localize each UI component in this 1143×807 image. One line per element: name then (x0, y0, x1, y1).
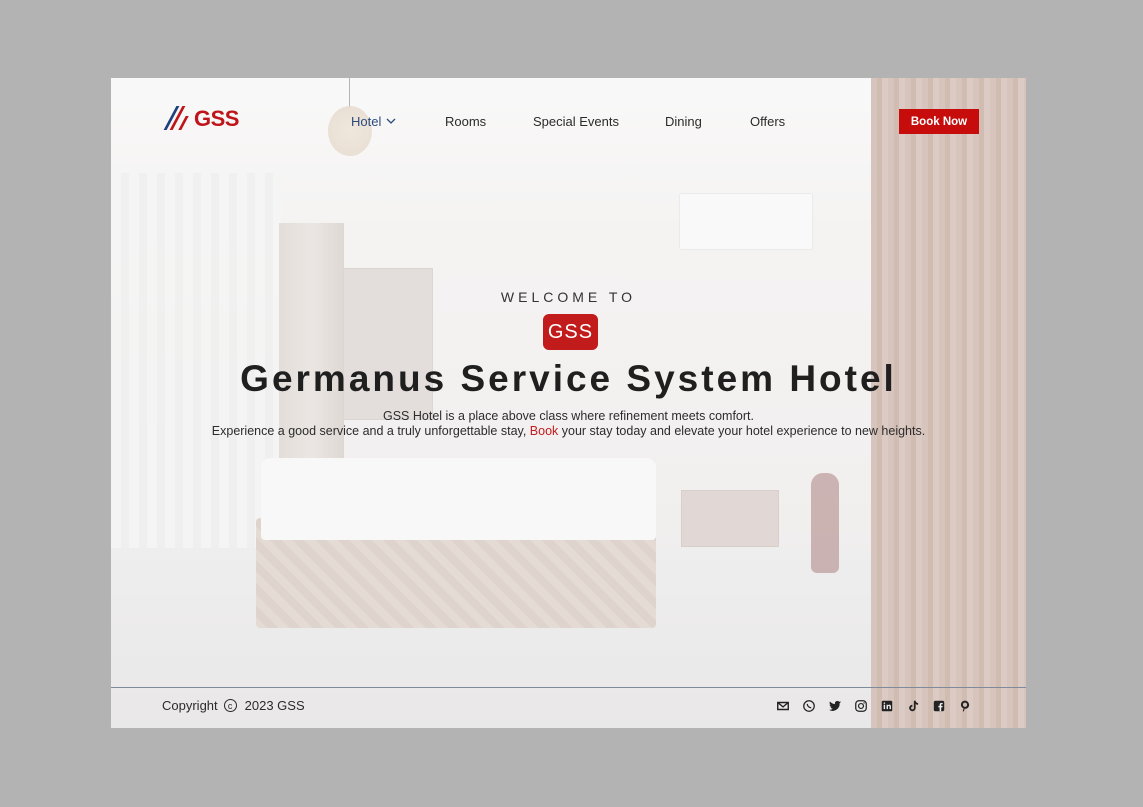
hero-title: Germanus Service System Hotel (240, 358, 897, 399)
nav-item-label: Hotel (351, 114, 382, 129)
copyright-icon: c (223, 699, 237, 712)
hero-subtitle-line2: Experience a good service and a truly un… (111, 424, 1026, 438)
copyright: Copyright c 2023 GSS (162, 698, 305, 713)
hero-background-image (111, 78, 1026, 728)
tiktok-icon[interactable] (905, 698, 921, 714)
twitter-icon[interactable] (827, 698, 843, 714)
gss-badge: GSS (543, 314, 598, 350)
chevron-down-icon (386, 117, 396, 128)
book-link[interactable]: Book (530, 424, 559, 438)
main-nav: Hotel Rooms Special Events Dining Offers (111, 114, 1026, 130)
footer-divider (111, 687, 1026, 688)
welcome-text: WELCOME TO (500, 289, 637, 305)
linkedin-icon[interactable] (879, 698, 895, 714)
pinterest-icon[interactable] (957, 698, 973, 714)
email-icon[interactable] (775, 698, 791, 714)
nav-item-offers[interactable]: Offers (750, 114, 785, 129)
subtitle-text-after: your stay today and elevate your hotel e… (558, 424, 926, 438)
nav-item-rooms[interactable]: Rooms (445, 114, 486, 129)
copyright-text: 2023 GSS (244, 698, 305, 713)
book-now-button[interactable]: Book Now (899, 109, 979, 134)
social-links (775, 698, 973, 714)
facebook-icon[interactable] (931, 698, 947, 714)
hero-subtitle-line1: GSS Hotel is a place above class where r… (383, 409, 754, 423)
copyright-label: Copyright (162, 698, 218, 713)
nav-item-special-events[interactable]: Special Events (533, 114, 619, 129)
instagram-icon[interactable] (853, 698, 869, 714)
nav-item-dining[interactable]: Dining (665, 114, 702, 129)
subtitle-text-before: Experience a good service and a truly un… (211, 424, 530, 438)
page-frame: GSS Hotel Rooms Special Events Dining Of… (111, 78, 1026, 728)
whatsapp-icon[interactable] (801, 698, 817, 714)
nav-item-hotel[interactable]: Hotel (351, 114, 396, 129)
